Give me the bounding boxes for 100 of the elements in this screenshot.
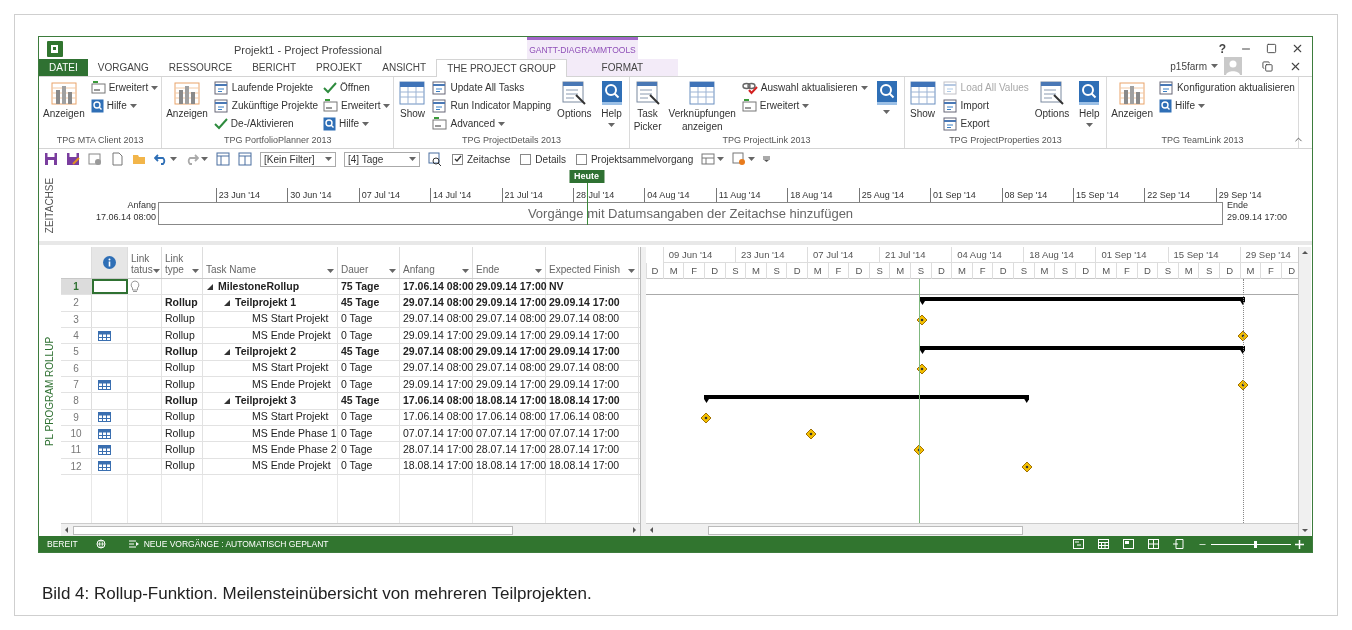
collapse-triangle-icon[interactable]: [206, 282, 214, 291]
ribbon-button[interactable]: Erweitert: [323, 97, 391, 114]
ribbon-large-button[interactable]: Anzeigen: [1110, 79, 1154, 120]
ribbon-large-button[interactable]: Task Picker: [632, 79, 663, 133]
ribbon-large-button[interactable]: Show: [907, 79, 938, 120]
duration-text: 0 Tage: [341, 327, 373, 343]
ribbon-button[interactable]: Laufende Projekte: [213, 79, 319, 96]
column-header[interactable]: Link type: [162, 247, 203, 278]
undo-icon[interactable]: [154, 152, 168, 166]
team-view-icon[interactable]: [1123, 539, 1134, 549]
group-title: TPG MTA Client 2013: [55, 135, 145, 146]
ribbon-tab[interactable]: FORMAT: [566, 59, 678, 76]
vertical-scrollbar[interactable]: [1298, 247, 1311, 536]
row-number[interactable]: 3: [61, 311, 92, 327]
ribbon-tab[interactable]: ANSICHT: [372, 59, 437, 76]
save-as-icon[interactable]: [66, 152, 80, 166]
ribbon-button[interactable]: Hilfe: [90, 97, 159, 114]
ribbon-button[interactable]: Öffnen: [323, 79, 391, 96]
ribbon-button[interactable]: Update All Tasks: [432, 79, 552, 96]
table-view-icon[interactable]: [216, 152, 230, 166]
row-number[interactable]: 10: [61, 425, 92, 442]
close-icon[interactable]: [1291, 42, 1304, 55]
ribbon-button[interactable]: Advanced: [432, 115, 552, 132]
checkbox[interactable]: [575, 153, 587, 165]
caret-icon: [802, 103, 810, 108]
filter-dropdown[interactable]: [Kein Filter]: [260, 151, 336, 167]
account-menu[interactable]: p15farm: [1170, 58, 1218, 74]
caret-icon: [717, 157, 725, 161]
ribbon-large-button[interactable]: Help: [1075, 79, 1104, 127]
ribbon-tab[interactable]: RESSOURCE: [158, 59, 243, 76]
zoom-slider[interactable]: [1211, 540, 1291, 548]
report-view-icon[interactable]: [1173, 539, 1184, 549]
ribbon-button[interactable]: Konfiguration aktualisieren: [1158, 79, 1295, 96]
collapse-triangle-icon[interactable]: [223, 347, 231, 356]
ribbon-large-button[interactable]: Help: [597, 79, 626, 127]
ribbon-button[interactable]: Import: [942, 97, 1029, 114]
ribbon-large-button[interactable]: Anzeigen: [42, 79, 86, 120]
app-logo-icon: [47, 40, 63, 57]
publish-icon[interactable]: [88, 152, 102, 166]
task-mode-status[interactable]: NEUE VORGÄNGE : AUTOMATISCH GEPLANT: [143, 537, 329, 551]
collapse-triangle-icon[interactable]: [223, 299, 231, 307]
ribbon-large-button[interactable]: Anzeigen: [165, 79, 209, 120]
calendar-view-icon[interactable]: [1098, 539, 1109, 549]
checkbox[interactable]: [520, 153, 532, 165]
checkbox[interactable]: [452, 153, 463, 165]
zoom-dropdown[interactable]: [4] Tage: [344, 151, 420, 167]
ribbon-tab[interactable]: PROJEKT: [306, 59, 373, 76]
ribbon-tab[interactable]: DATEI: [39, 59, 88, 76]
ribbon-button[interactable]: Hilfe: [323, 115, 391, 132]
row-number[interactable]: 4: [61, 328, 92, 344]
horizontal-scrollbar[interactable]: [61, 523, 640, 536]
column-header[interactable]: Link tatus: [128, 247, 162, 278]
row-number[interactable]: 1: [61, 279, 92, 295]
column-header[interactable]: [92, 247, 128, 278]
ribbon-tab[interactable]: THE PROJECT GROUP: [436, 59, 567, 77]
zoom-in-icon[interactable]: [1295, 539, 1304, 549]
new-document-icon[interactable]: [110, 152, 124, 166]
ribbon-button[interactable]: Export: [942, 115, 1029, 132]
row-number[interactable]: 9: [61, 409, 92, 425]
ribbon-button[interactable]: Erweitert: [90, 79, 159, 96]
document-icon: [1158, 80, 1174, 95]
row-number[interactable]: 12: [61, 458, 92, 474]
row-number[interactable]: 7: [61, 376, 92, 393]
row-number[interactable]: 6: [61, 360, 92, 376]
row-number[interactable]: 11: [61, 442, 92, 458]
ribbon-button[interactable]: Auswahl aktualisieren: [741, 79, 868, 96]
ribbon-button[interactable]: Erweitert: [741, 97, 868, 114]
ribbon-large-button[interactable]: Show: [397, 79, 428, 120]
column-header[interactable]: Anfang: [400, 247, 473, 278]
start-date-text: 07.07.14 17:00: [403, 425, 474, 441]
collapse-triangle-icon[interactable]: [223, 396, 231, 405]
edit-box-icon: [323, 99, 339, 112]
split-view-icon[interactable]: [238, 152, 252, 166]
restore-icon[interactable]: [1262, 60, 1273, 72]
row-number[interactable]: 2: [61, 295, 92, 311]
column-header[interactable]: Task Name: [203, 247, 338, 278]
gantt-view-icon[interactable]: [1073, 539, 1084, 549]
column-header[interactable]: Ende: [473, 247, 546, 278]
ribbon-tab[interactable]: VORGANG: [87, 59, 159, 76]
save-icon[interactable]: [44, 152, 58, 166]
zoom-selection-icon[interactable]: [428, 152, 442, 166]
ribbon-button[interactable]: Hilfe: [1158, 97, 1295, 114]
ribbon-large-button[interactable]: Options: [1033, 79, 1071, 120]
row-number[interactable]: 5: [61, 344, 92, 360]
customize-toolbar-icon[interactable]: [763, 156, 771, 162]
ribbon-large-button[interactable]: Options: [556, 79, 593, 120]
row-number[interactable]: 8: [61, 393, 92, 409]
ribbon-tab[interactable]: BERICHT: [242, 59, 307, 76]
grid-view-icon[interactable]: [1148, 539, 1159, 549]
column-header[interactable]: Dauer: [338, 247, 400, 278]
ribbon-large-button[interactable]: Verknüpfungen anzeigen: [667, 79, 737, 133]
help-button[interactable]: ?: [1218, 39, 1226, 58]
ribbon-button[interactable]: Zukünftige Projekte: [213, 97, 319, 114]
maximize-icon[interactable]: [1266, 43, 1277, 54]
ribbon-button[interactable]: Run Indicator Mapping: [432, 97, 552, 114]
layout-icon[interactable]: [701, 152, 716, 166]
column-header[interactable]: Expected Finish: [546, 247, 639, 278]
gear-table-icon[interactable]: [732, 152, 747, 166]
ribbon-button[interactable]: De-/Aktivieren: [213, 115, 319, 132]
horizontal-scrollbar[interactable]: [646, 523, 1298, 536]
